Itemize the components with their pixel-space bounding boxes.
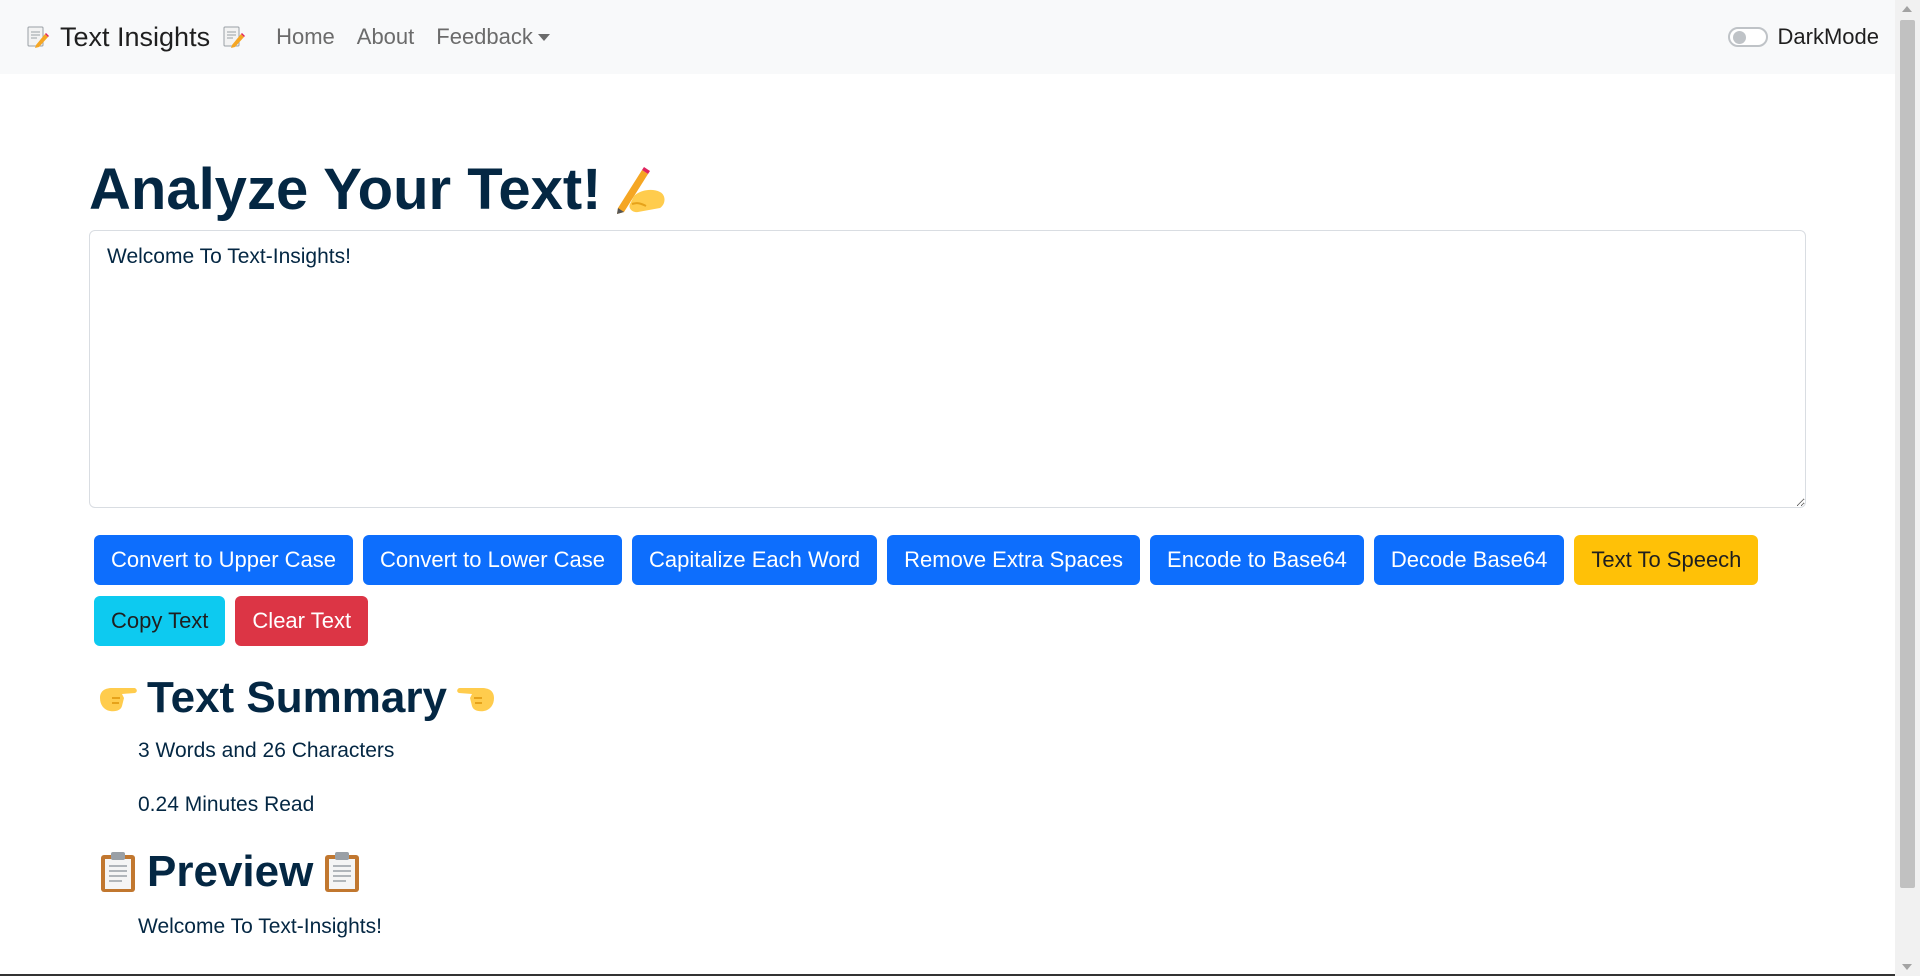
preview-text: Welcome To Text-Insights! [138, 915, 382, 938]
decode-base64-button[interactable]: Decode Base64 [1373, 535, 1565, 585]
nav-links: Home About Feedback [276, 24, 550, 50]
memo-icon [24, 24, 50, 50]
caret-down-icon [537, 33, 550, 41]
preview-heading: Preview [89, 842, 1806, 902]
scroll-down-icon[interactable] [1902, 964, 1912, 970]
text-to-speech-button[interactable]: Text To Speech [1574, 535, 1759, 585]
darkmode-label[interactable]: DarkMode [1778, 24, 1879, 50]
page-title-text: Analyze Your Text! [89, 157, 602, 222]
text-input[interactable] [89, 230, 1806, 508]
main-container: Analyze Your Text! Convert to Upper Case… [89, 150, 1806, 942]
brand-text: Text Insights [60, 21, 211, 52]
vertical-scrollbar[interactable] [1895, 0, 1920, 976]
darkmode-toggle-group: DarkMode [1727, 24, 1879, 50]
read-time: 0.24 Minutes Read [138, 793, 315, 816]
darkmode-switch[interactable] [1727, 27, 1768, 47]
nav-dropdown-feedback[interactable]: Feedback [436, 24, 550, 50]
encode-base64-button[interactable]: Encode to Base64 [1150, 535, 1364, 585]
remove-spaces-button[interactable]: Remove Extra Spaces [887, 535, 1141, 585]
word-char-count: 3 Words and 26 Characters [138, 739, 395, 762]
preview-title-text: Preview [147, 847, 314, 896]
summary-title-text: Text Summary [147, 673, 447, 722]
scrollbar-thumb[interactable] [1900, 20, 1915, 888]
nav-link-about[interactable]: About [357, 24, 415, 50]
convert-lower-button[interactable]: Convert to Lower Case [363, 535, 622, 585]
navbar: Text Insights Home About Feedback DarkMo… [0, 0, 1895, 74]
page: Text Insights Home About Feedback DarkMo… [0, 0, 1920, 976]
nav-link-feedback-label: Feedback [436, 24, 533, 49]
pointing-left-icon [453, 675, 499, 721]
action-buttons: Convert to Upper Case Convert to Lower C… [89, 535, 1806, 646]
clipboard-icon [95, 849, 141, 895]
memo-icon [220, 24, 246, 50]
navbar-brand[interactable]: Text Insights [24, 22, 246, 53]
writing-hand-icon [611, 161, 669, 219]
nav-link-home[interactable]: Home [276, 24, 335, 50]
switch-knob [1732, 31, 1746, 44]
scroll-up-icon[interactable] [1902, 6, 1912, 12]
convert-upper-button[interactable]: Convert to Upper Case [94, 535, 353, 585]
capitalize-words-button[interactable]: Capitalize Each Word [632, 535, 878, 585]
page-title: Analyze Your Text! [89, 150, 1806, 230]
pointing-right-icon [95, 675, 141, 721]
copy-text-button[interactable]: Copy Text [94, 596, 226, 646]
clipboard-icon [319, 849, 365, 895]
summary-heading: Text Summary [89, 668, 1806, 728]
clear-text-button[interactable]: Clear Text [235, 596, 369, 646]
